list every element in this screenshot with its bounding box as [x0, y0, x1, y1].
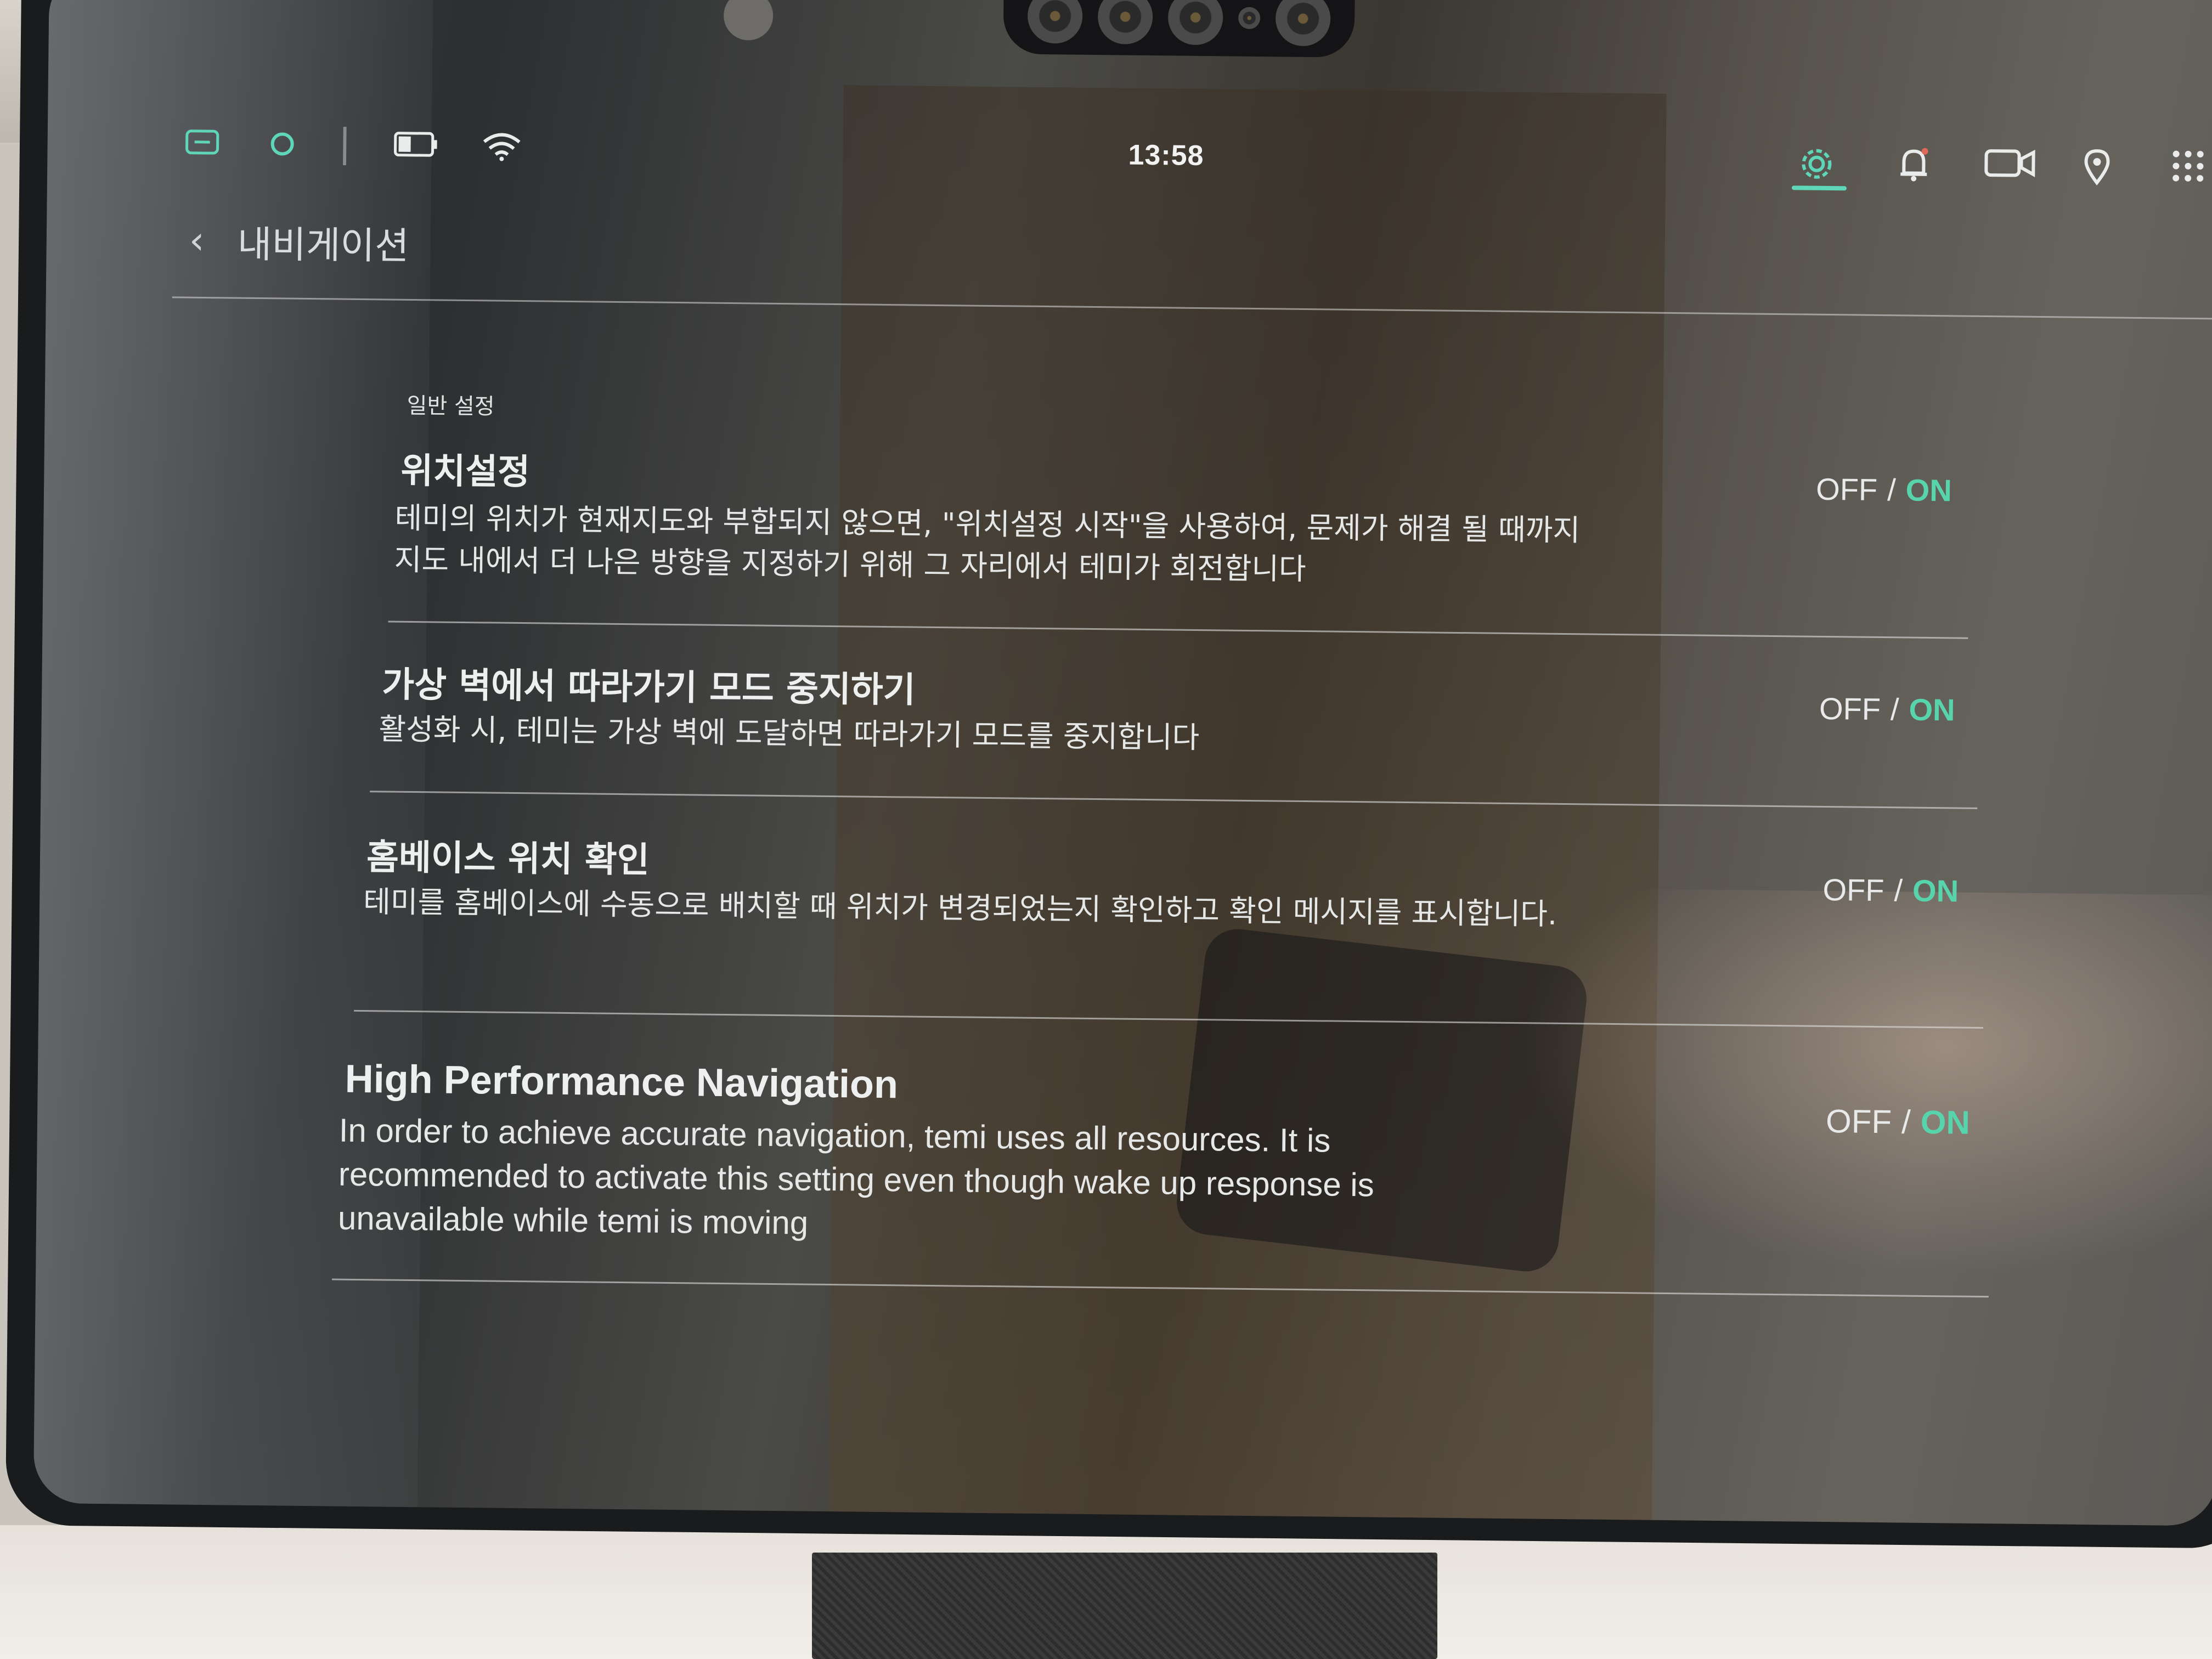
toggle-switch[interactable]: OFF / ON: [1819, 691, 1955, 728]
reflection-door: [828, 85, 1667, 1526]
active-tab-indicator: [1791, 185, 1847, 191]
screen-icon[interactable]: [184, 128, 220, 162]
camera-lens-icon: [1097, 0, 1153, 45]
location-pin-icon[interactable]: [2083, 148, 2112, 192]
setting-title: High Performance Navigation: [345, 1057, 899, 1107]
sensor-icon: [1238, 7, 1261, 30]
sensor-dot: [723, 0, 774, 41]
camera-lens-icon: [1275, 0, 1331, 47]
toggle-on-label[interactable]: ON: [1909, 692, 1955, 727]
reflection-hand: [1517, 888, 2212, 1279]
tablet-screen: | 13:58 ‹ 내비게이션 일반 설정 위치설정 테미의 위치가 현재지도와…: [33, 0, 2212, 1526]
toggle-separator: /: [1901, 1103, 1911, 1141]
toggle-switch[interactable]: OFF / ON: [1826, 1102, 1970, 1142]
setting-title: 위치설정: [400, 450, 531, 493]
toggle-separator: /: [1890, 692, 1899, 727]
toggle-off-label[interactable]: OFF: [1826, 1103, 1892, 1140]
photo-stage: | 13:58 ‹ 내비게이션 일반 설정 위치설정 테미의 위치가 현재지도와…: [0, 0, 2212, 1659]
page-header: ‹ 내비게이션: [189, 210, 409, 273]
status-bar: | 13:58: [184, 117, 2212, 199]
video-camera-icon[interactable]: [1984, 146, 2037, 185]
setting-description: 테미의 위치가 현재지도와 부합되지 않으면, "위치설정 시작"을 사용하여,…: [394, 500, 1581, 587]
toggle-off-label[interactable]: OFF: [1819, 691, 1881, 726]
back-button[interactable]: ‹: [189, 218, 205, 263]
page-title: 내비게이션: [237, 223, 409, 268]
camera-bar: [1003, 0, 1355, 58]
camera-lens-icon: [1027, 0, 1083, 44]
toggle-switch[interactable]: OFF / ON: [1816, 471, 1952, 509]
toggle-on-label[interactable]: ON: [1912, 873, 1959, 909]
setting-title: 가상 벽에서 따라가기 모드 중지하기: [381, 664, 916, 711]
camera-lens-icon: [1167, 0, 1223, 46]
toggle-off-label[interactable]: OFF: [1822, 872, 1884, 907]
wifi-icon: [481, 131, 523, 167]
assistant-ring-icon[interactable]: [267, 128, 298, 165]
bell-icon[interactable]: [1896, 145, 1932, 190]
toggle-on-label[interactable]: ON: [1905, 472, 1952, 507]
toggle-separator: /: [1887, 472, 1897, 507]
toggle-off-label[interactable]: OFF: [1816, 472, 1878, 507]
section-label: 일반 설정: [407, 393, 495, 420]
divider-icon: |: [338, 120, 352, 166]
setting-description: In order to achieve accurate navigation,…: [337, 1111, 1375, 1242]
clock-time: 13:58: [1128, 139, 1204, 172]
speaker-grille: [812, 1553, 1437, 1659]
toggle-switch[interactable]: OFF / ON: [1822, 872, 1959, 909]
setting-title: 홈베이스 위치 확인: [366, 837, 650, 881]
gear-icon[interactable]: [1797, 144, 1836, 189]
toggle-on-label[interactable]: ON: [1920, 1104, 1970, 1141]
apps-grid-icon[interactable]: [2170, 149, 2206, 190]
battery-icon: [393, 130, 439, 165]
toggle-separator: /: [1894, 873, 1903, 908]
